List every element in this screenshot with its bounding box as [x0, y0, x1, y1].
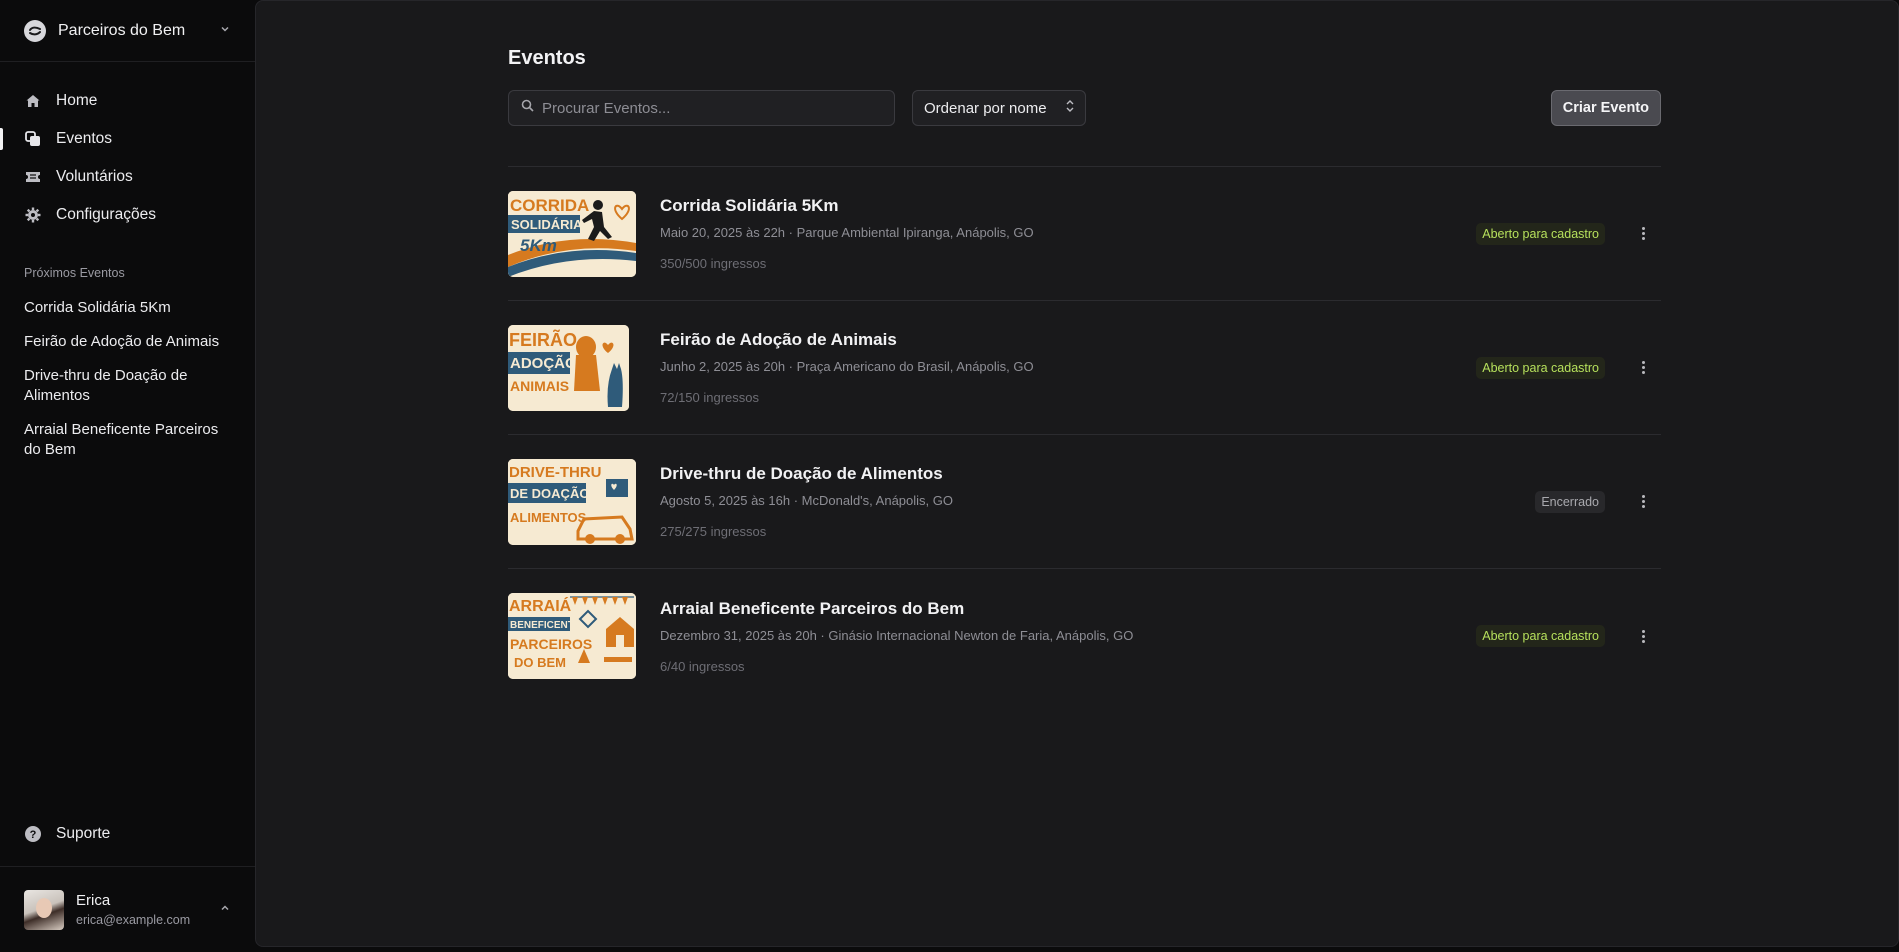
event-list: CORRIDA SOLIDÁRIA 5Km Corrida Solidária …	[508, 167, 1661, 703]
ticket-icon	[24, 168, 42, 186]
sort-select[interactable]: Ordenar por nome	[912, 90, 1086, 126]
thumb-text: ADOÇÃO	[510, 354, 577, 372]
org-switcher[interactable]: Parceiros do Bem	[0, 0, 255, 62]
thumb-text: PARCEIROS	[510, 636, 592, 652]
event-title[interactable]: Arraial Beneficente Parceiros do Bem	[660, 599, 1476, 619]
thumb-text: CORRIDA	[510, 196, 589, 215]
sort-label: Ordenar por nome	[924, 99, 1047, 117]
event-meta: Dezembro 31, 2025 às 20h · Ginásio Inter…	[660, 627, 1134, 643]
event-row[interactable]: DRIVE-THRU DE DOAÇÃO ALIMENTOS Drive-thr…	[508, 435, 1661, 569]
nav-item-voluntarios[interactable]: Voluntários	[0, 158, 255, 196]
user-name: Erica	[76, 892, 111, 909]
nav-item-label: Voluntários	[56, 168, 133, 185]
upcoming-item[interactable]: Corrida Solidária 5Km	[0, 292, 255, 326]
thumb-text: ARRAIÁ	[509, 596, 572, 615]
event-row[interactable]: CORRIDA SOLIDÁRIA 5Km Corrida Solidária …	[508, 167, 1661, 301]
chevron-down-icon	[219, 23, 231, 38]
event-row[interactable]: ARRAIÁ BENEFICENTE PARCEIROS DO BEM Arra…	[508, 569, 1661, 703]
thumb-text: FEIRÃO	[509, 329, 577, 350]
nav-item-label: Configurações	[56, 206, 156, 223]
upcoming-section-title: Próximos Eventos	[24, 266, 125, 280]
svg-text:?: ?	[30, 829, 37, 841]
user-menu[interactable]: Erica erica@example.com	[0, 866, 255, 952]
thumb-text: ANIMAIS	[510, 378, 569, 394]
event-thumbnail: ARRAIÁ BENEFICENTE PARCEIROS DO BEM	[508, 593, 636, 679]
support-link[interactable]: ? Suporte	[0, 814, 255, 854]
support-label: Suporte	[56, 825, 111, 842]
search-icon	[521, 99, 534, 117]
page-title: Eventos	[508, 47, 586, 69]
thumb-text: DO BEM	[514, 655, 566, 670]
nav-item-eventos[interactable]: Eventos	[0, 120, 255, 158]
event-thumbnail: CORRIDA SOLIDÁRIA 5Km	[508, 190, 636, 277]
user-email: erica@example.com	[76, 913, 191, 927]
event-thumbnail: FEIRÃO ADOÇÃO ANIMAIS	[508, 324, 629, 411]
home-icon	[24, 92, 42, 110]
nav-item-label: Home	[56, 92, 98, 109]
help-icon: ?	[24, 825, 42, 843]
upcoming-list: Corrida Solidária 5Km Feirão de Adoção d…	[0, 292, 255, 468]
search-input[interactable]	[542, 99, 862, 117]
org-name: Parceiros do Bem	[58, 21, 186, 39]
event-meta: Junho 2, 2025 às 20h · Praça Americano d…	[660, 359, 1034, 374]
sidebar: Parceiros do Bem Home Eventos Voluntário…	[0, 0, 255, 952]
org-logo-icon	[24, 19, 46, 42]
thumb-text: ALIMENTOS	[510, 510, 587, 525]
event-title[interactable]: Feirão de Adoção de Animais	[660, 330, 1476, 350]
thumb-text: 5Km	[520, 236, 557, 255]
status-badge: Encerrado	[1535, 490, 1605, 513]
event-title[interactable]: Corrida Solidária 5Km	[660, 196, 1476, 216]
status-badge: Aberto para cadastro	[1476, 222, 1605, 245]
more-options-icon[interactable]	[1631, 356, 1655, 380]
nav-item-configuracoes[interactable]: Configurações	[0, 196, 255, 234]
event-tickets: 72/150 ingressos	[660, 390, 760, 405]
avatar	[24, 889, 64, 930]
thumb-text: SOLIDÁRIA	[511, 217, 583, 232]
nav-item-label: Eventos	[56, 130, 113, 147]
event-tickets: 275/275 ingressos	[660, 524, 767, 539]
chevron-up-icon	[219, 901, 231, 919]
event-thumbnail: DRIVE-THRU DE DOAÇÃO ALIMENTOS	[508, 458, 636, 545]
status-badge: Aberto para cadastro	[1476, 625, 1605, 647]
event-meta: Maio 20, 2025 às 22h · Parque Ambiental …	[660, 225, 1034, 240]
nav-item-home[interactable]: Home	[0, 82, 255, 120]
main-nav: Home Eventos Voluntários Configurações	[0, 62, 255, 234]
event-row[interactable]: FEIRÃO ADOÇÃO ANIMAIS Feirão de Adoção d…	[508, 301, 1661, 435]
thumb-text: DRIVE-THRU	[509, 464, 602, 481]
upcoming-item[interactable]: Feirão de Adoção de Animais	[0, 326, 255, 360]
more-options-icon[interactable]	[1631, 490, 1655, 514]
upcoming-item[interactable]: Arraial Beneficente Parceiros do Bem	[0, 414, 255, 468]
event-tickets: 350/500 ingressos	[660, 256, 767, 271]
chevron-updown-icon	[1065, 99, 1075, 117]
more-options-icon[interactable]	[1631, 222, 1655, 246]
more-options-icon[interactable]	[1631, 624, 1655, 648]
events-icon	[24, 130, 42, 148]
create-event-button[interactable]: Criar Evento	[1550, 90, 1661, 126]
search-box[interactable]	[508, 90, 895, 126]
thumb-text: BENEFICENTE	[510, 620, 581, 631]
toolbar: Ordenar por nome Criar Evento	[508, 90, 1661, 126]
main-panel: Eventos Ordenar por nome Criar Evento	[255, 0, 1899, 947]
event-title[interactable]: Drive-thru de Doação de Alimentos	[660, 464, 1535, 484]
event-meta: Agosto 5, 2025 às 16h · McDonald's, Anáp…	[660, 493, 953, 508]
status-badge: Aberto para cadastro	[1476, 356, 1605, 379]
thumb-text: DE DOAÇÃO	[510, 486, 589, 501]
event-tickets: 6/40 ingressos	[660, 658, 745, 674]
gear-icon	[24, 206, 42, 224]
upcoming-item[interactable]: Drive-thru de Doação de Alimentos	[0, 360, 255, 414]
